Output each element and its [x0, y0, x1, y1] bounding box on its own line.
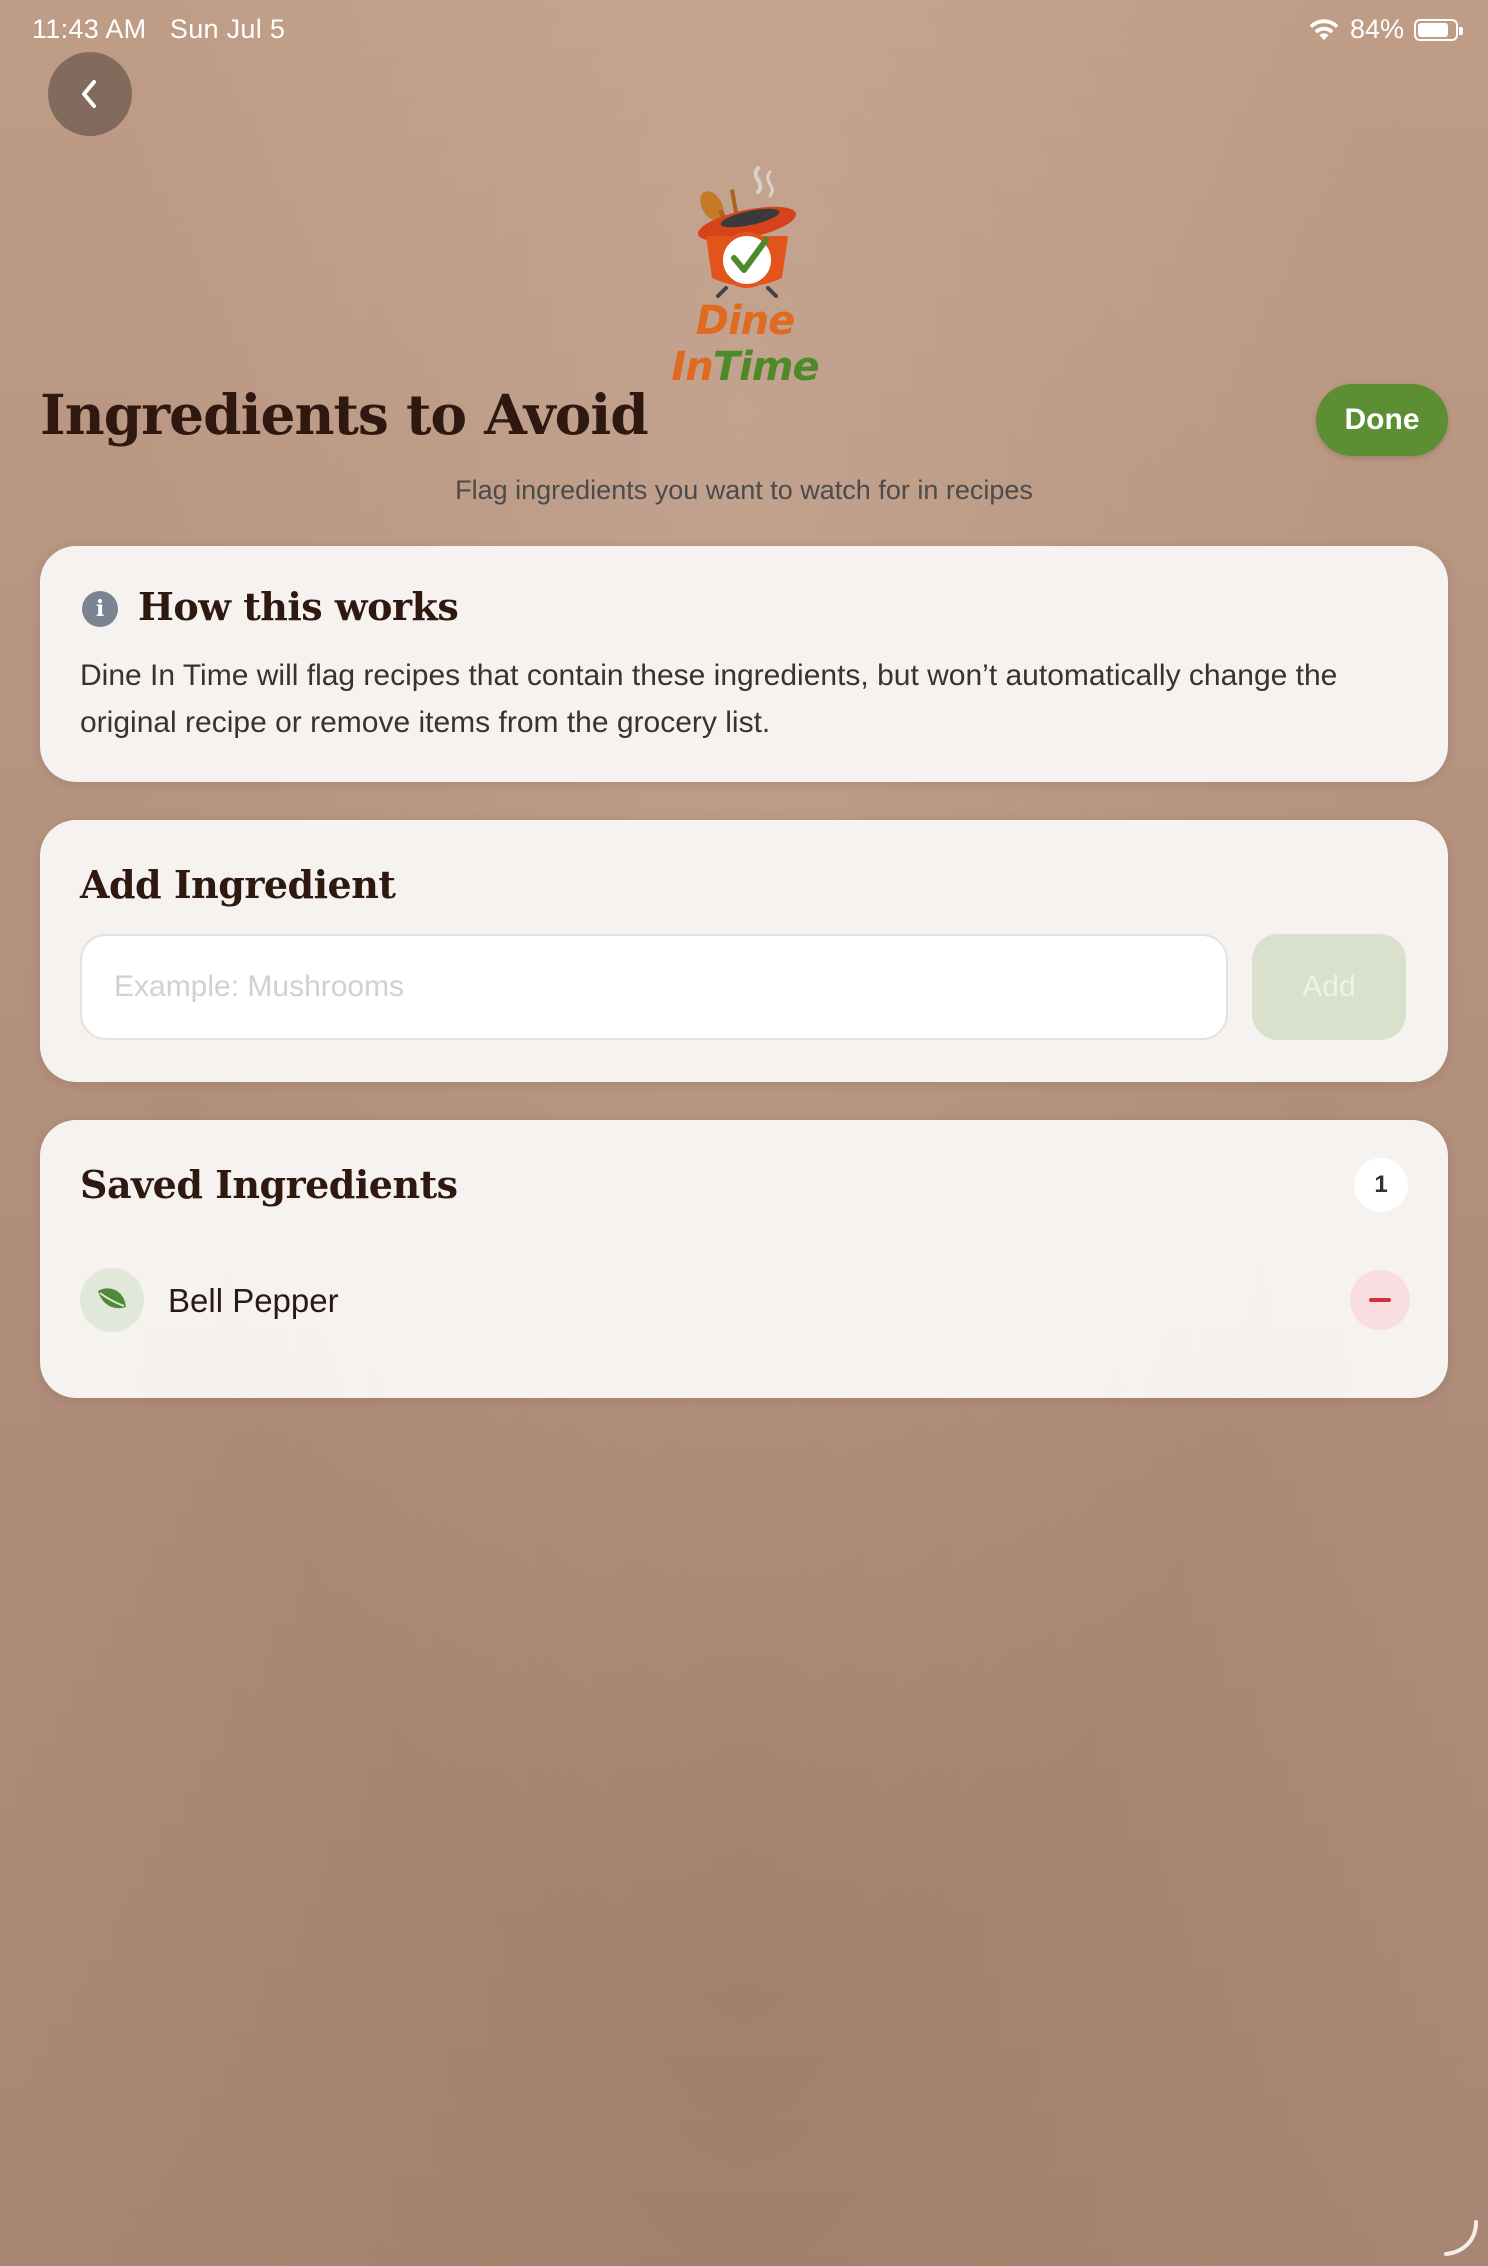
how-this-works-body: Dine In Time will flag recipes that cont…	[80, 659, 1338, 739]
app-logo: Dine InTime	[630, 160, 860, 390]
info-icon: i	[82, 591, 118, 627]
scroll-indicator-icon	[1444, 2220, 1478, 2256]
how-this-works-heading: How this works	[138, 584, 459, 629]
wifi-icon	[1309, 18, 1339, 40]
saved-ingredients-card: Saved Ingredients 1 Bell Pepper	[40, 1120, 1448, 1398]
battery-icon	[1414, 18, 1463, 41]
minus-icon	[1369, 1298, 1391, 1302]
status-time: 11:43 AM Sun Jul 5	[32, 14, 285, 45]
battery-fill	[1418, 22, 1449, 37]
status-bar: 11:43 AM Sun Jul 5 84%	[0, 0, 1488, 62]
add-button[interactable]: Add	[1252, 934, 1406, 1040]
how-this-works-card: i How this works Dine In Time will flag …	[40, 546, 1448, 782]
battery-percent: 84%	[1349, 14, 1404, 44]
cooking-pot-clock-logo	[698, 166, 796, 298]
saved-count-badge: 1	[1354, 1158, 1408, 1212]
logo-wordmark: Dine InTime	[630, 298, 860, 390]
remove-ingredient-button[interactable]	[1350, 1270, 1410, 1330]
status-indicators: 84%	[1308, 14, 1463, 45]
chevron-left-icon	[82, 80, 96, 108]
add-ingredient-heading: Add Ingredient	[80, 862, 396, 907]
ingredient-input[interactable]	[80, 934, 1228, 1040]
status-clock: 11:43 AM	[32, 14, 147, 44]
list-item: Bell Pepper	[80, 1268, 1410, 1334]
logo-word-in: In	[671, 344, 713, 390]
saved-ingredients-heading: Saved Ingredients	[80, 1162, 458, 1207]
status-date: Sun Jul 5	[169, 14, 286, 44]
leaf-icon	[98, 1288, 126, 1309]
back-button[interactable]	[48, 52, 132, 136]
ingredient-icon-badge	[80, 1268, 144, 1332]
logo-word-dine: Dine	[695, 298, 796, 344]
done-button[interactable]: Done	[1316, 384, 1448, 456]
add-ingredient-card: Add Ingredient Add	[40, 820, 1448, 1082]
logo-word-time: Time	[712, 344, 820, 390]
page-title: Ingredients to Avoid	[40, 382, 649, 447]
ingredient-name: Bell Pepper	[168, 1282, 339, 1319]
page-subtitle: Flag ingredients you want to watch for i…	[455, 475, 1033, 505]
